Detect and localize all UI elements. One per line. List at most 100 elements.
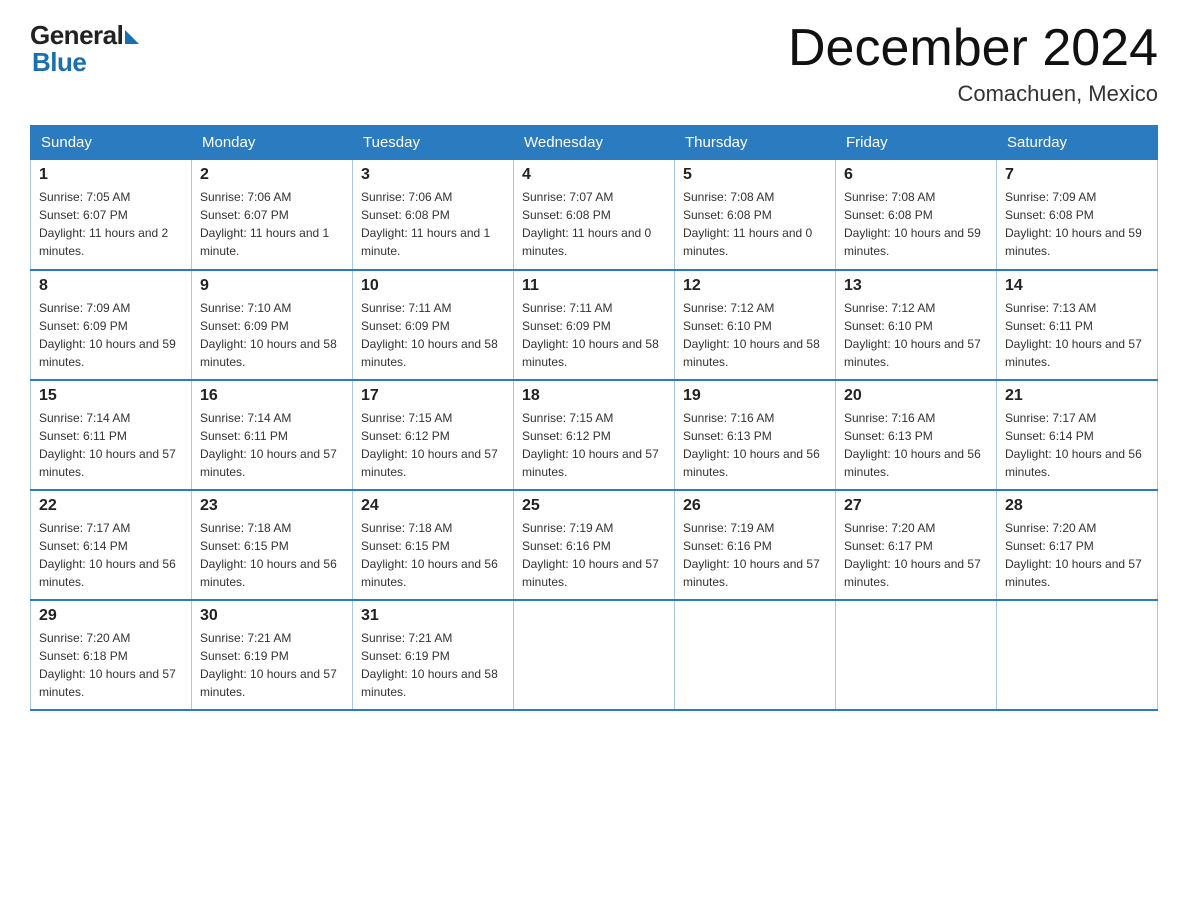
day-info: Sunrise: 7:18 AMSunset: 6:15 PMDaylight:… (200, 519, 344, 591)
calendar-cell: 22 Sunrise: 7:17 AMSunset: 6:14 PMDayligh… (31, 490, 192, 600)
calendar-week-row: 22 Sunrise: 7:17 AMSunset: 6:14 PMDayligh… (31, 490, 1158, 600)
logo: General Blue (30, 20, 139, 78)
day-info: Sunrise: 7:20 AMSunset: 6:18 PMDaylight:… (39, 629, 183, 701)
day-info: Sunrise: 7:12 AMSunset: 6:10 PMDaylight:… (683, 299, 827, 371)
day-info: Sunrise: 7:21 AMSunset: 6:19 PMDaylight:… (361, 629, 505, 701)
calendar-cell: 24 Sunrise: 7:18 AMSunset: 6:15 PMDayligh… (353, 490, 514, 600)
day-number: 16 (200, 387, 344, 405)
calendar-table: SundayMondayTuesdayWednesdayThursdayFrid… (30, 125, 1158, 711)
calendar-cell (997, 600, 1158, 710)
calendar-cell: 27 Sunrise: 7:20 AMSunset: 6:17 PMDayligh… (836, 490, 997, 600)
calendar-cell: 9Sunrise: 7:10 AMSunset: 6:09 PMDaylight… (192, 270, 353, 380)
calendar-cell: 14 Sunrise: 7:13 AMSunset: 6:11 PMDayligh… (997, 270, 1158, 380)
day-number: 20 (844, 387, 988, 405)
calendar-cell: 30Sunrise: 7:21 AMSunset: 6:19 PMDayligh… (192, 600, 353, 710)
day-number: 10 (361, 277, 505, 295)
logo-triangle-icon (125, 30, 139, 44)
day-number: 29 (39, 607, 183, 625)
calendar-cell: 5Sunrise: 7:08 AMSunset: 6:08 PMDaylight… (675, 160, 836, 270)
calendar-cell: 23 Sunrise: 7:18 AMSunset: 6:15 PMDayligh… (192, 490, 353, 600)
month-title: December 2024 (788, 20, 1158, 77)
day-info: Sunrise: 7:14 AMSunset: 6:11 PMDaylight:… (39, 409, 183, 481)
day-number: 19 (683, 387, 827, 405)
calendar-cell: 29 Sunrise: 7:20 AMSunset: 6:18 PMDayligh… (31, 600, 192, 710)
day-number: 2 (200, 166, 344, 184)
day-info: Sunrise: 7:11 AMSunset: 6:09 PMDaylight:… (522, 299, 666, 371)
day-info: Sunrise: 7:09 AMSunset: 6:08 PMDaylight:… (1005, 188, 1149, 260)
day-info: Sunrise: 7:10 AMSunset: 6:09 PMDaylight:… (200, 299, 344, 371)
day-number: 5 (683, 166, 827, 184)
day-number: 7 (1005, 166, 1149, 184)
day-number: 31 (361, 607, 505, 625)
calendar-cell: 7 Sunrise: 7:09 AMSunset: 6:08 PMDaylight… (997, 160, 1158, 270)
day-info: Sunrise: 7:17 AMSunset: 6:14 PMDaylight:… (39, 519, 183, 591)
day-number: 11 (522, 277, 666, 295)
calendar-header-row: SundayMondayTuesdayWednesdayThursdayFrid… (31, 126, 1158, 160)
day-number: 22 (39, 497, 183, 515)
day-number: 27 (844, 497, 988, 515)
location-subtitle: Comachuen, Mexico (788, 81, 1158, 107)
calendar-cell: 21 Sunrise: 7:17 AMSunset: 6:14 PMDayligh… (997, 380, 1158, 490)
day-number: 8 (39, 277, 183, 295)
day-number: 18 (522, 387, 666, 405)
calendar-cell (675, 600, 836, 710)
col-header-wednesday: Wednesday (514, 126, 675, 160)
calendar-cell: 11 Sunrise: 7:11 AMSunset: 6:09 PMDayligh… (514, 270, 675, 380)
day-info: Sunrise: 7:15 AMSunset: 6:12 PMDaylight:… (522, 409, 666, 481)
day-number: 21 (1005, 387, 1149, 405)
calendar-cell: 17 Sunrise: 7:15 AMSunset: 6:12 PMDayligh… (353, 380, 514, 490)
calendar-cell: 15 Sunrise: 7:14 AMSunset: 6:11 PMDayligh… (31, 380, 192, 490)
page-header: General Blue December 2024 Comachuen, Me… (30, 20, 1158, 107)
calendar-cell: 28Sunrise: 7:20 AMSunset: 6:17 PMDayligh… (997, 490, 1158, 600)
day-info: Sunrise: 7:17 AMSunset: 6:14 PMDaylight:… (1005, 409, 1149, 481)
calendar-week-row: 15 Sunrise: 7:14 AMSunset: 6:11 PMDayligh… (31, 380, 1158, 490)
day-number: 12 (683, 277, 827, 295)
calendar-cell (514, 600, 675, 710)
day-info: Sunrise: 7:11 AMSunset: 6:09 PMDaylight:… (361, 299, 505, 371)
calendar-cell: 20 Sunrise: 7:16 AMSunset: 6:13 PMDayligh… (836, 380, 997, 490)
day-number: 28 (1005, 497, 1149, 515)
day-info: Sunrise: 7:16 AMSunset: 6:13 PMDaylight:… (844, 409, 988, 481)
day-number: 26 (683, 497, 827, 515)
col-header-thursday: Thursday (675, 126, 836, 160)
day-info: Sunrise: 7:13 AMSunset: 6:11 PMDaylight:… (1005, 299, 1149, 371)
calendar-week-row: 8 Sunrise: 7:09 AMSunset: 6:09 PMDaylight… (31, 270, 1158, 380)
calendar-cell: 16Sunrise: 7:14 AMSunset: 6:11 PMDayligh… (192, 380, 353, 490)
calendar-cell: 2Sunrise: 7:06 AMSunset: 6:07 PMDaylight… (192, 160, 353, 270)
day-number: 15 (39, 387, 183, 405)
calendar-week-row: 29 Sunrise: 7:20 AMSunset: 6:18 PMDayligh… (31, 600, 1158, 710)
col-header-tuesday: Tuesday (353, 126, 514, 160)
day-number: 17 (361, 387, 505, 405)
calendar-cell: 12 Sunrise: 7:12 AMSunset: 6:10 PMDayligh… (675, 270, 836, 380)
calendar-cell: 25 Sunrise: 7:19 AMSunset: 6:16 PMDayligh… (514, 490, 675, 600)
day-info: Sunrise: 7:21 AMSunset: 6:19 PMDaylight:… (200, 629, 344, 701)
calendar-cell: 1 Sunrise: 7:05 AMSunset: 6:07 PMDaylight… (31, 160, 192, 270)
day-info: Sunrise: 7:16 AMSunset: 6:13 PMDaylight:… (683, 409, 827, 481)
col-header-monday: Monday (192, 126, 353, 160)
day-info: Sunrise: 7:19 AMSunset: 6:16 PMDaylight:… (683, 519, 827, 591)
col-header-friday: Friday (836, 126, 997, 160)
calendar-cell: 8 Sunrise: 7:09 AMSunset: 6:09 PMDaylight… (31, 270, 192, 380)
calendar-cell: 26 Sunrise: 7:19 AMSunset: 6:16 PMDayligh… (675, 490, 836, 600)
logo-blue-text: Blue (32, 47, 139, 78)
day-info: Sunrise: 7:20 AMSunset: 6:17 PMDaylight:… (844, 519, 988, 591)
day-number: 14 (1005, 277, 1149, 295)
day-info: Sunrise: 7:08 AMSunset: 6:08 PMDaylight:… (844, 188, 988, 260)
day-info: Sunrise: 7:05 AMSunset: 6:07 PMDaylight:… (39, 188, 183, 260)
day-number: 23 (200, 497, 344, 515)
calendar-cell: 6Sunrise: 7:08 AMSunset: 6:08 PMDaylight… (836, 160, 997, 270)
col-header-saturday: Saturday (997, 126, 1158, 160)
calendar-cell: 4Sunrise: 7:07 AMSunset: 6:08 PMDaylight… (514, 160, 675, 270)
calendar-cell: 13Sunrise: 7:12 AMSunset: 6:10 PMDayligh… (836, 270, 997, 380)
day-info: Sunrise: 7:19 AMSunset: 6:16 PMDaylight:… (522, 519, 666, 591)
day-info: Sunrise: 7:06 AMSunset: 6:08 PMDaylight:… (361, 188, 505, 260)
day-info: Sunrise: 7:15 AMSunset: 6:12 PMDaylight:… (361, 409, 505, 481)
calendar-cell: 19 Sunrise: 7:16 AMSunset: 6:13 PMDayligh… (675, 380, 836, 490)
day-number: 1 (39, 166, 183, 184)
day-info: Sunrise: 7:09 AMSunset: 6:09 PMDaylight:… (39, 299, 183, 371)
day-number: 13 (844, 277, 988, 295)
calendar-cell: 10 Sunrise: 7:11 AMSunset: 6:09 PMDayligh… (353, 270, 514, 380)
day-number: 25 (522, 497, 666, 515)
day-info: Sunrise: 7:18 AMSunset: 6:15 PMDaylight:… (361, 519, 505, 591)
day-number: 24 (361, 497, 505, 515)
